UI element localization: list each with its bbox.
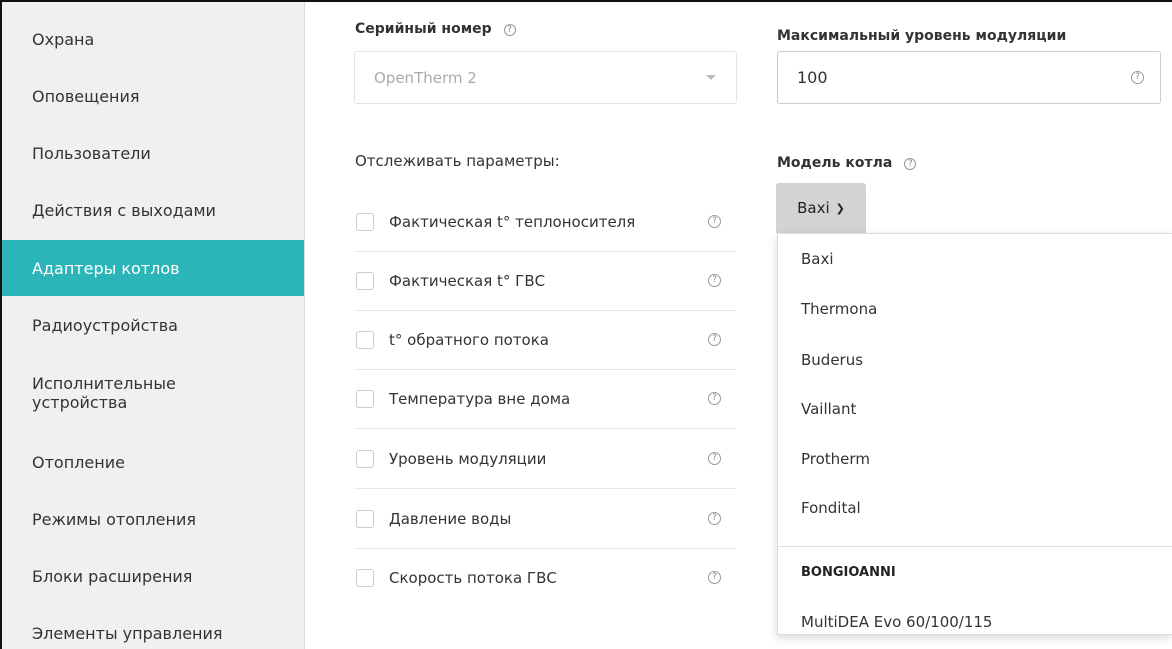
- param-label: Давление воды: [389, 510, 512, 528]
- param-row: Фактическая t° ГВС ?: [354, 252, 736, 311]
- param-label: Фактическая t° теплоносителя: [389, 213, 636, 231]
- sidebar-item-controls[interactable]: Элементы управления: [2, 614, 304, 649]
- sidebar-item-label: Охрана: [32, 29, 95, 49]
- help-icon[interactable]: ?: [904, 158, 917, 170]
- serial-number-value: OpenTherm 2: [374, 69, 477, 87]
- sidebar-item-label: Радиоустройства: [32, 315, 178, 335]
- param-label: t° обратного потока: [389, 331, 549, 349]
- serial-number-select[interactable]: OpenTherm 2: [354, 51, 737, 104]
- serial-number-label: Серийный номер?: [355, 21, 516, 37]
- param-checkbox[interactable]: [356, 213, 374, 231]
- sidebar-item-output-actions[interactable]: Действия с выходами: [2, 191, 304, 229]
- help-icon[interactable]: ?: [708, 452, 721, 465]
- sidebar-item-label: Пользователи: [32, 143, 151, 163]
- sidebar-item-label: Блоки расширения: [32, 566, 193, 586]
- boiler-model-label: Модель котла?: [777, 155, 917, 171]
- param-label: Скорость потока ГВС: [389, 569, 557, 587]
- menu-divider: [778, 546, 1172, 547]
- help-icon[interactable]: ?: [1131, 71, 1144, 84]
- help-icon[interactable]: ?: [708, 274, 721, 287]
- sidebar-item-label: Действия с выходами: [32, 200, 216, 220]
- menu-item-thermona[interactable]: Thermona: [801, 300, 877, 318]
- help-icon[interactable]: ?: [708, 215, 721, 228]
- sidebar: Охрана Оповещения Пользователи Действия …: [2, 2, 305, 649]
- sidebar-item-label: Исполнительные устройства: [32, 374, 176, 412]
- boiler-model-menu: Baxi Thermona Buderus Vaillant Protherm …: [777, 233, 1172, 635]
- max-modulation-label: Максимальный уровень модуляции: [777, 28, 1067, 44]
- track-params-title: Отслеживать параметры:: [355, 152, 560, 170]
- menu-item-vaillant[interactable]: Vaillant: [801, 400, 856, 418]
- menu-item-baxi[interactable]: Baxi: [801, 250, 834, 268]
- sidebar-item-label: Отопление: [32, 452, 125, 472]
- caret-down-icon: [706, 75, 716, 80]
- sidebar-item-boiler-adapters[interactable]: Адаптеры котлов: [2, 240, 304, 296]
- max-modulation-input[interactable]: 100 ?: [777, 51, 1161, 104]
- sidebar-item-notifications[interactable]: Оповещения: [2, 77, 304, 115]
- menu-item-fondital[interactable]: Fondital: [801, 499, 861, 517]
- help-icon[interactable]: ?: [503, 24, 516, 36]
- sidebar-item-security[interactable]: Охрана: [2, 20, 304, 58]
- param-row: Температура вне дома ?: [354, 370, 736, 429]
- menu-item-buderus[interactable]: Buderus: [801, 351, 863, 369]
- param-row: Фактическая t° теплоносителя ?: [354, 193, 736, 252]
- param-checkbox[interactable]: [356, 450, 374, 468]
- boiler-model-dropdown-button[interactable]: Baxi ❯: [776, 183, 866, 233]
- help-icon[interactable]: ?: [708, 333, 721, 346]
- param-row: Уровень модуляции ?: [354, 430, 736, 489]
- param-checkbox[interactable]: [356, 272, 374, 290]
- help-icon[interactable]: ?: [708, 571, 721, 584]
- param-checkbox[interactable]: [356, 331, 374, 349]
- sidebar-item-radio-devices[interactable]: Радиоустройства: [2, 306, 304, 344]
- sidebar-item-expansion-units[interactable]: Блоки расширения: [2, 557, 304, 595]
- sidebar-item-heating-modes[interactable]: Режимы отопления: [2, 500, 304, 538]
- param-row: t° обратного потока ?: [354, 311, 736, 370]
- param-label: Температура вне дома: [389, 390, 571, 408]
- sidebar-item-label: Элементы управления: [32, 623, 223, 643]
- menu-item-protherm[interactable]: Protherm: [801, 450, 870, 468]
- sidebar-item-heating[interactable]: Отопление: [2, 443, 304, 481]
- param-row: Давление воды ?: [354, 490, 736, 549]
- param-checkbox[interactable]: [356, 390, 374, 408]
- sidebar-item-label: Оповещения: [32, 86, 140, 106]
- sidebar-item-label: Адаптеры котлов: [32, 258, 180, 278]
- param-checkbox[interactable]: [356, 569, 374, 587]
- param-label: Фактическая t° ГВС: [389, 272, 546, 290]
- help-icon[interactable]: ?: [708, 512, 721, 525]
- sidebar-item-actuators[interactable]: Исполнительные устройства: [2, 370, 232, 416]
- param-label: Уровень модуляции: [389, 450, 547, 468]
- param-row: Скорость потока ГВС ?: [354, 549, 736, 608]
- chevron-down-icon: ❯: [835, 201, 845, 215]
- boiler-model-selected: Baxi: [797, 199, 830, 217]
- menu-group-header: BONGIOANNI: [801, 565, 896, 580]
- max-modulation-value: 100: [797, 68, 828, 87]
- param-checkbox[interactable]: [356, 510, 374, 528]
- sidebar-item-label: Режимы отопления: [32, 509, 197, 529]
- sidebar-item-users[interactable]: Пользователи: [2, 134, 304, 172]
- menu-item-multidea[interactable]: MultiDEA Evo 60/100/115: [801, 613, 992, 631]
- help-icon[interactable]: ?: [708, 392, 721, 405]
